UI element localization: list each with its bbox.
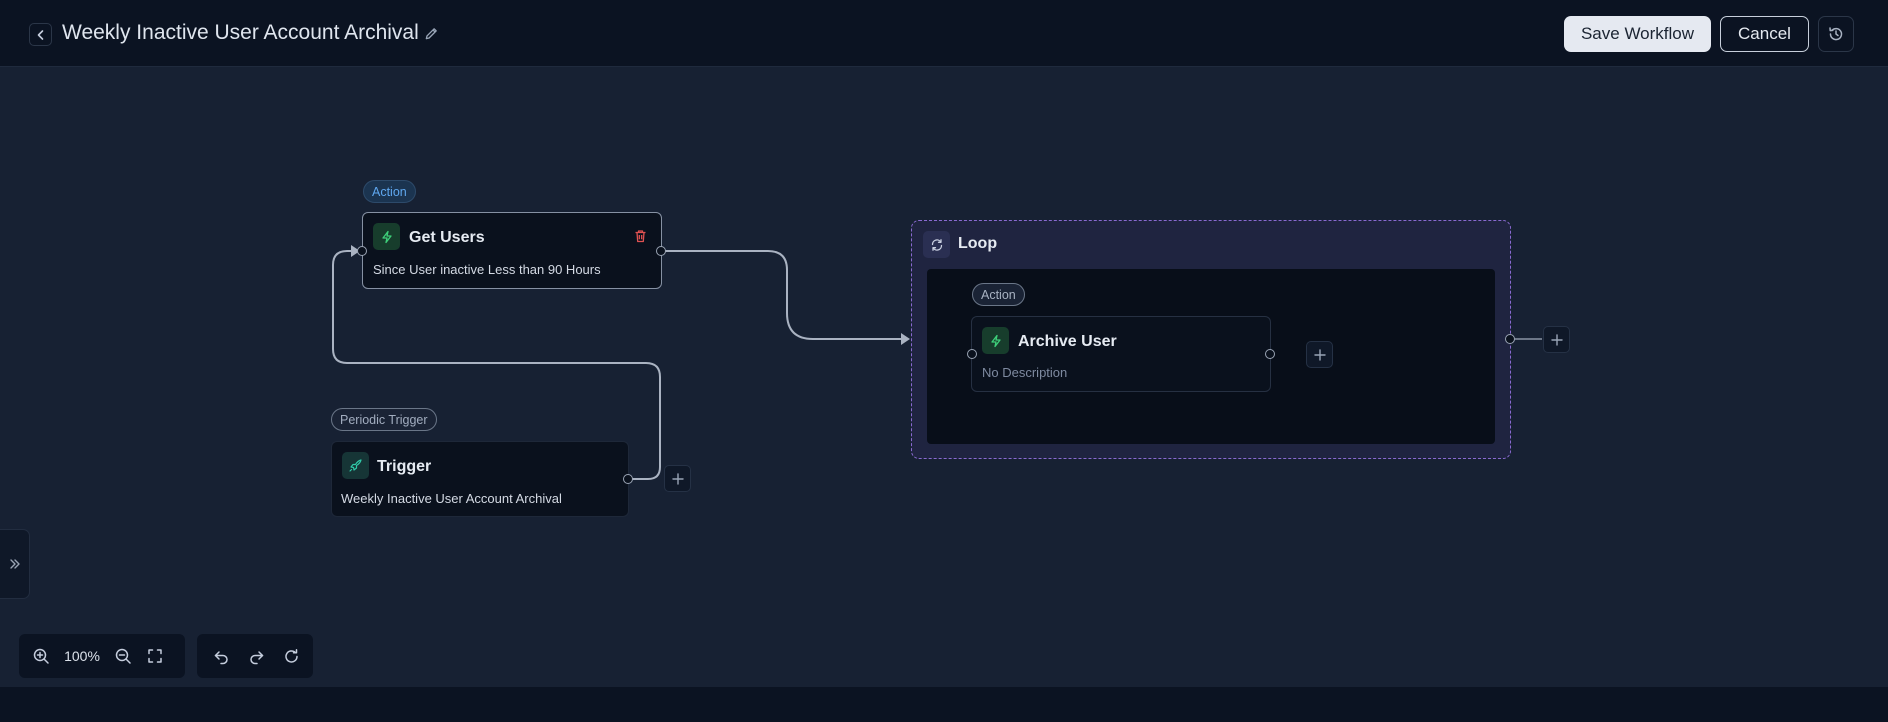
history-icon: [1829, 27, 1843, 41]
pencil-icon[interactable]: [424, 26, 439, 46]
undo-icon: [214, 650, 228, 664]
cancel-button[interactable]: Cancel: [1720, 16, 1809, 52]
chevron-left-icon: [37, 29, 43, 40]
save-workflow-button[interactable]: Save Workflow: [1564, 16, 1711, 52]
zoom-level: 100%: [64, 648, 100, 664]
node-type-badge: Action: [972, 283, 1025, 306]
zoom-toolbar: 100%: [19, 634, 185, 678]
output-handle[interactable]: [1265, 349, 1275, 359]
fit-view-button[interactable]: [139, 640, 171, 672]
node-description: Since User inactive Less than 90 Hours: [373, 262, 601, 277]
history-toolbar: [197, 634, 313, 678]
get-users-node[interactable]: Get Users Since User inactive Less than …: [362, 212, 662, 289]
output-handle[interactable]: [623, 474, 633, 484]
plus-icon: [1313, 348, 1326, 361]
node-title: Archive User: [1018, 333, 1117, 350]
output-handle[interactable]: [1505, 334, 1515, 344]
workflow-title: Weekly Inactive User Account Archival: [62, 21, 419, 44]
output-handle[interactable]: [656, 246, 666, 256]
archive-user-node[interactable]: Archive User No Description: [971, 316, 1271, 392]
trigger-node[interactable]: Trigger Weekly Inactive User Account Arc…: [331, 441, 629, 517]
node-description: No Description: [982, 365, 1068, 380]
node-type-badge: Periodic Trigger: [331, 408, 437, 431]
edge-get-users-to-loop: [661, 250, 903, 340]
node-description: Weekly Inactive User Account Archival: [341, 491, 562, 506]
zoom-out-icon: [115, 648, 131, 664]
redo-button[interactable]: [239, 640, 274, 672]
refresh-icon: [285, 648, 298, 663]
node-title: Trigger: [377, 458, 432, 475]
node-title: Get Users: [409, 229, 485, 246]
rocket-icon: [342, 452, 369, 479]
redo-icon: [250, 650, 264, 664]
undo-button[interactable]: [204, 640, 239, 672]
reset-button[interactable]: [274, 640, 309, 672]
add-node-button[interactable]: [664, 465, 691, 492]
node-type-badge: Action: [363, 180, 416, 203]
plus-icon: [671, 472, 684, 485]
zoom-in-icon: [33, 648, 49, 664]
plus-icon: [1550, 333, 1563, 346]
input-handle[interactable]: [967, 349, 977, 359]
input-handle[interactable]: [357, 246, 367, 256]
edge-arrow-loop: [901, 333, 910, 345]
fullscreen-icon: [148, 649, 162, 663]
history-button[interactable]: [1818, 16, 1854, 52]
back-button[interactable]: [29, 23, 52, 46]
add-node-button[interactable]: [1543, 326, 1570, 353]
bottom-bar: [0, 687, 1888, 722]
add-node-button[interactable]: [1306, 341, 1333, 368]
refresh-icon: [923, 231, 950, 258]
double-chevron-right-icon: [9, 559, 20, 569]
trash-icon[interactable]: [634, 229, 647, 248]
zoom-in-button[interactable]: [25, 640, 57, 672]
lightning-icon: [373, 223, 400, 250]
workflow-header: Weekly Inactive User Account Archival Sa…: [0, 0, 1888, 67]
lightning-icon: [982, 327, 1009, 354]
zoom-out-button[interactable]: [107, 640, 139, 672]
sidebar-toggle-button[interactable]: [0, 529, 30, 599]
loop-title: Loop: [958, 235, 998, 252]
